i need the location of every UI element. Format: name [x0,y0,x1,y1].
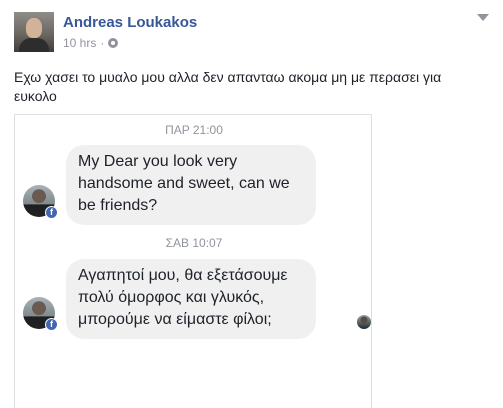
facebook-icon: f [45,206,58,219]
author-avatar[interactable] [14,12,54,52]
globe-icon[interactable] [108,38,119,48]
post-timestamp[interactable]: 10 hrs [63,36,96,50]
meta-separator: · [100,36,105,50]
post-text: Εχω χασει το μυαλο μου αλλα δεν απανταω … [14,69,442,104]
message-date: ΣΑΒ 10:07 [165,236,223,250]
message-bubble: My Dear you look very handsome and sweet… [66,145,316,225]
conversation-screenshot[interactable]: ΠΑΡ 21:00 My Dear you look very handsome… [14,114,372,408]
author-name[interactable]: Andreas Loukakos [63,14,197,31]
read-receipt-avatar [357,315,371,329]
facebook-post: Andreas Loukakos 10 hrs · Εχω χασει το μ… [0,0,503,408]
post-meta: 10 hrs · [63,36,119,50]
message-date: ΠΑΡ 21:00 [165,123,223,137]
sender-avatar: f [23,185,58,219]
facebook-icon: f [45,318,58,331]
chevron-down-icon[interactable] [477,14,489,21]
message-bubble: Αγαπητοί μου, θα εξετάσουμε πολύ όμορφος… [66,259,316,339]
sender-avatar: f [23,297,58,331]
